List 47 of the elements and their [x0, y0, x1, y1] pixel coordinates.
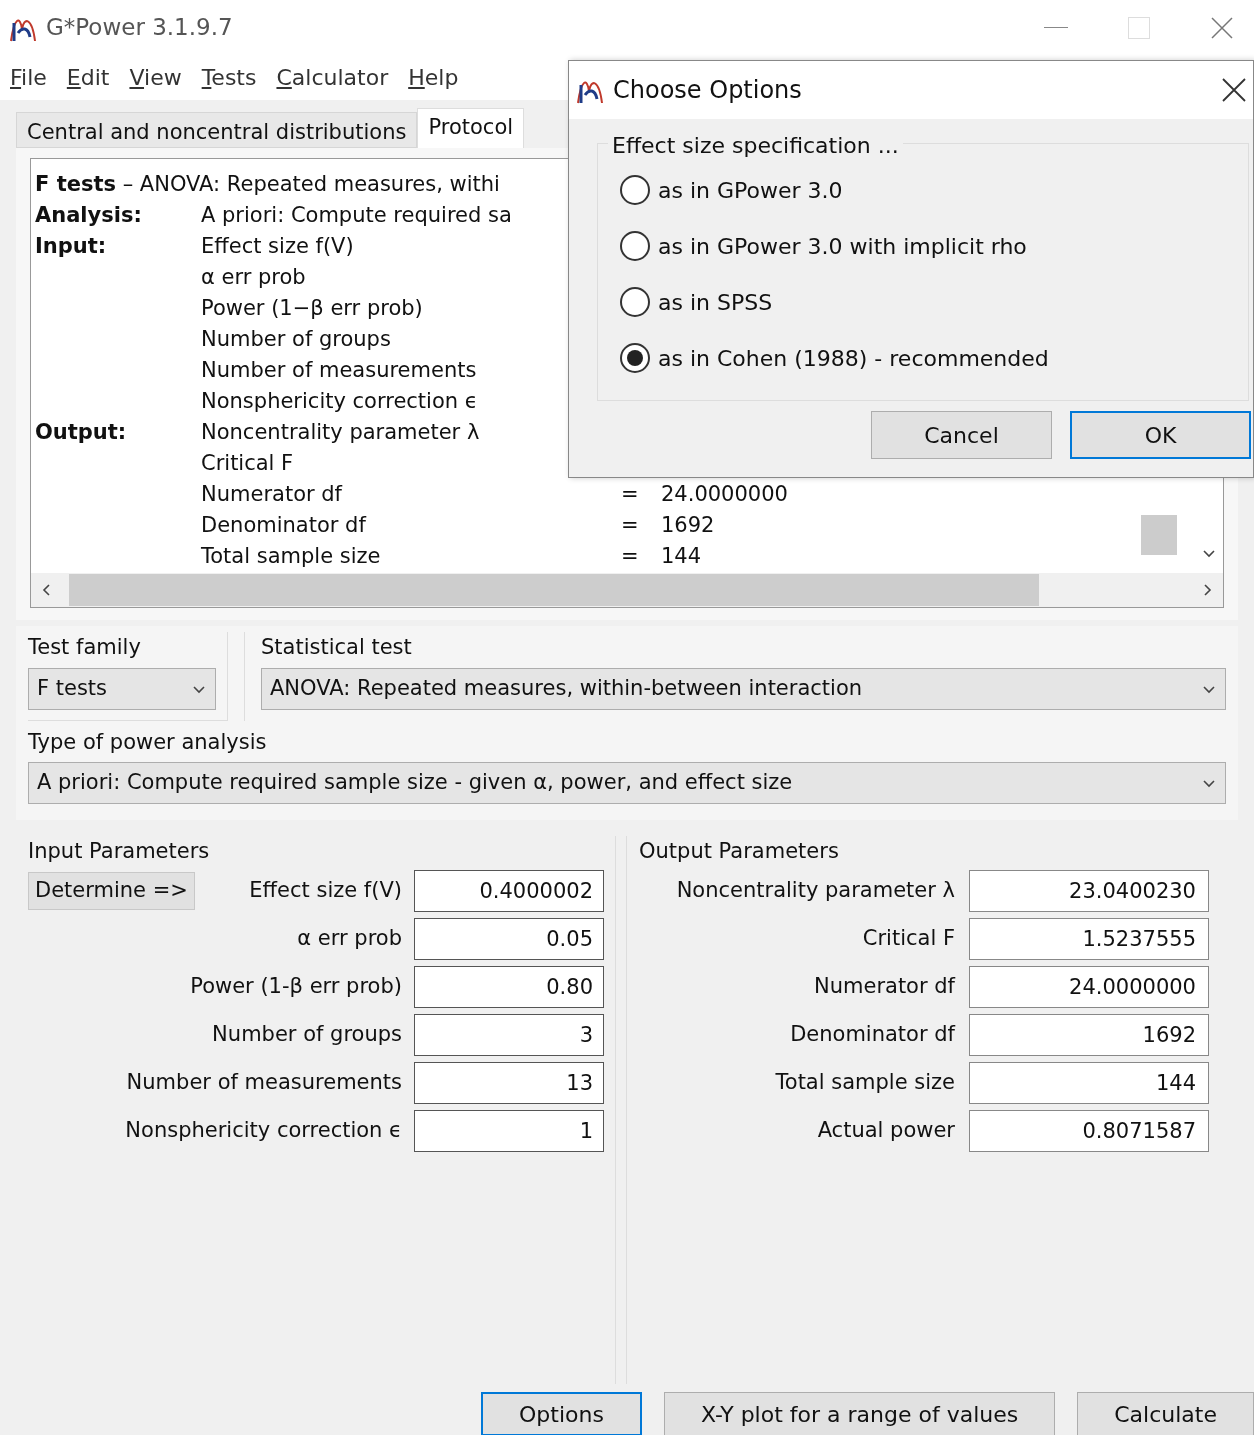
protocol-parameter: Effect size f(V)	[201, 234, 354, 258]
field-label: Actual power	[817, 1117, 955, 1142]
output-field: 1.5237555	[969, 917, 1209, 960]
field-label: Effect size f(V)	[249, 876, 402, 904]
protocol-parameter: Nonsphericity correction ϵ	[201, 389, 478, 413]
protocol-section-label: Analysis:	[35, 203, 142, 227]
protocol-value: 24.0000000	[661, 481, 788, 508]
protocol-parameter: Critical F	[201, 451, 294, 475]
field-label: α err prob	[297, 924, 402, 952]
field-label: Power (1-β err prob)	[190, 972, 402, 1000]
field-label: Denominator df	[790, 1021, 955, 1046]
group-title: Input Parameters	[28, 838, 211, 865]
equals-sign: =	[621, 544, 639, 568]
protocol-parameter: Number of groups	[201, 327, 391, 351]
field-label: Total sample size	[775, 1069, 955, 1094]
protocol-value: 1692	[661, 512, 715, 539]
protocol-section-label: Input:	[35, 234, 107, 258]
group-title: Statistical test	[261, 634, 413, 661]
equals-sign: =	[621, 482, 639, 506]
protocol-parameter: Denominator df	[201, 513, 366, 537]
field-label: Critical F	[862, 925, 955, 950]
protocol-parameter: Total sample size	[201, 544, 381, 568]
protocol-parameter: Power (1−β err prob)	[201, 296, 423, 320]
equals-sign: =	[621, 513, 639, 537]
protocol-section-label: Output:	[35, 420, 127, 444]
protocol-parameter: α err prob	[201, 265, 306, 289]
output-field: 0.8071587	[969, 1109, 1209, 1152]
dialog-title: Choose Options	[613, 75, 802, 106]
protocol-parameter: Number of measurements	[201, 358, 477, 382]
field-label: Number of measurements	[126, 1068, 402, 1096]
output-field: 144	[969, 1061, 1209, 1104]
protocol-parameter: Numerator df	[201, 482, 342, 506]
field-label: Number of groups	[212, 1020, 402, 1048]
output-field: 23.0400230	[969, 869, 1209, 912]
protocol-parameter: Noncentrality parameter λ	[201, 420, 480, 444]
field-label: Noncentrality parameter λ	[676, 877, 955, 902]
output-field: 1692	[969, 1013, 1209, 1056]
window-title: G*Power 3.1.9.7	[46, 13, 233, 43]
protocol-value: 144	[661, 543, 702, 570]
protocol-parameter: A priori: Compute required sa	[201, 203, 512, 227]
protocol-header: F tests – ANOVA: Repeated measures, withi	[35, 171, 500, 198]
output-field: 24.0000000	[969, 965, 1209, 1008]
field-label: Nonsphericity correction ϵ	[125, 1116, 402, 1144]
group-title: Output Parameters	[639, 838, 840, 865]
group-title: Type of power analysis	[28, 728, 268, 756]
group-title: Test family	[28, 634, 142, 661]
field-label: Numerator df	[814, 973, 955, 998]
